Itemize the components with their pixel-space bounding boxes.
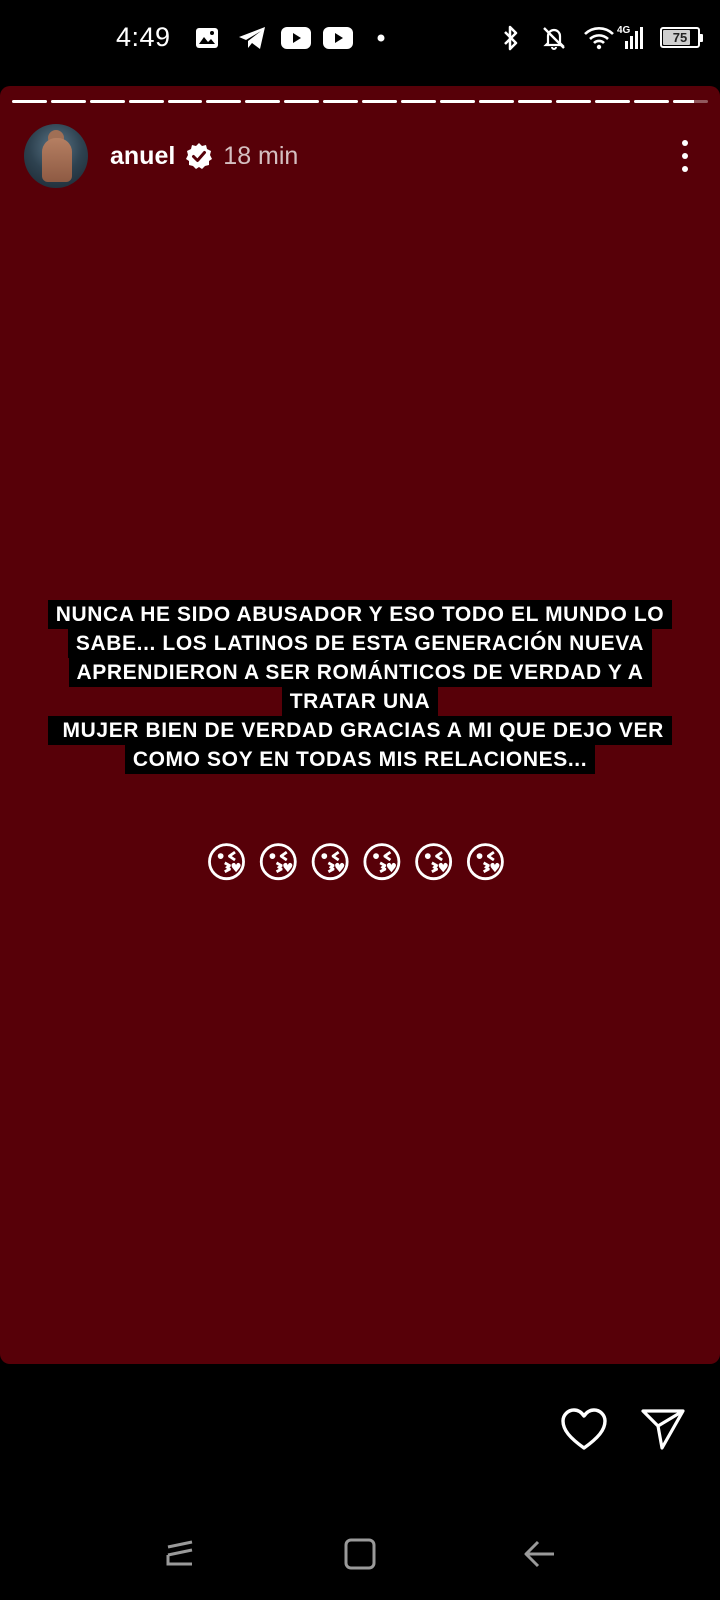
navigation-bar [0,1510,720,1600]
send-icon[interactable] [640,1406,686,1452]
caption-line: COMO SOY EN TODAS MIS RELACIONES... [124,745,596,774]
progress-segment [128,100,164,103]
progress-segment [12,100,47,103]
caption-line: TRATAR UNA [281,687,439,716]
heart-icon[interactable] [560,1408,608,1452]
caption-line: APRENDIERON A SER ROMÁNTICOS DE VERDAD Y… [68,658,652,687]
progress-segment [517,100,553,103]
status-time: 4:49 [116,22,171,52]
caption-line: SABE... LOS LATINOS DE ESTA GENERACIÓN N… [67,629,653,658]
progress-segment [362,100,397,103]
progress-segment [673,100,709,103]
emoji-row: 😘😘😘😘😘😘 [204,838,516,887]
battery-percent: 75 [672,30,688,45]
progress-segment [206,100,242,103]
verified-badge-icon [185,142,213,170]
progress-segment [284,100,320,103]
story-header: anuel 18 min [24,124,696,188]
recents-icon[interactable] [160,1534,200,1574]
story-actions [0,1380,720,1470]
progress-segment [245,100,281,103]
dot-icon [376,24,386,52]
more-options-icon[interactable] [674,132,696,180]
wifi-icon [582,24,616,52]
post-time: 18 min [223,141,299,170]
caption-line: NUNCA HE SIDO ABUSADOR Y ESO TODO EL MUN… [47,600,673,629]
battery-icon: 75 [660,27,703,48]
progress-segment [89,100,125,103]
avatar[interactable] [24,124,88,188]
progress-segment [400,100,436,103]
youtube-icon [322,24,354,52]
progress-segment [595,100,631,103]
story-card[interactable]: anuel 18 min NUNCA HE SIDO ABUSADOR Y ES… [0,86,720,1364]
telegram-icon [236,24,268,52]
youtube-icon [280,24,312,52]
progress-segment [167,100,203,103]
story-progress [12,100,709,103]
progress-segment [556,100,592,103]
bluetooth-icon [500,24,522,52]
progress-segment [323,100,359,103]
mute-bell-icon [540,24,568,52]
progress-segment [478,100,514,103]
caption-line: MUJER BIEN DE VERDAD GRACIAS A MI QUE DE… [48,716,672,745]
signal-icon [616,24,644,52]
progress-segment [439,100,475,103]
back-icon[interactable] [520,1534,560,1574]
gallery-icon [194,24,220,52]
progress-segment [634,100,670,103]
home-icon[interactable] [340,1534,380,1574]
status-bar: 4:49 4G 75 [0,0,720,80]
progress-segment [50,100,86,103]
story-caption: NUNCA HE SIDO ABUSADOR Y ESO TODO EL MUN… [0,600,720,774]
username[interactable]: anuel [110,142,175,171]
